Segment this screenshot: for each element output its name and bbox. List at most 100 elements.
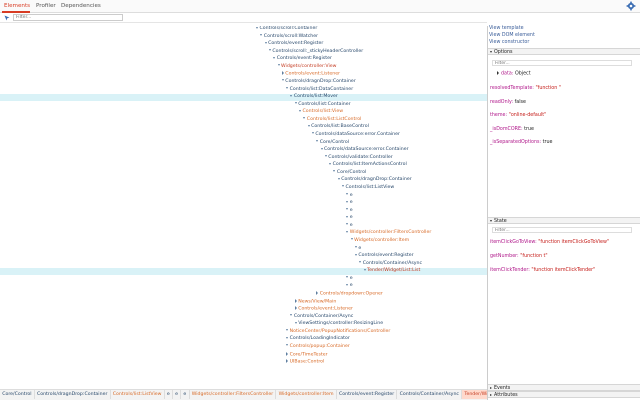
view-dom-element-link[interactable]: View DOM element: [489, 33, 535, 38]
collapsed-arrow-icon[interactable]: [294, 298, 297, 303]
tree-node[interactable]: Controls/scroll:Container: [256, 26, 317, 33]
expand-arrow-icon[interactable]: [256, 26, 258, 29]
breadcrumb-item[interactable]: Controls/dragnDrop:Container: [35, 390, 111, 399]
tree-node[interactable]: Controls/event:Listener: [281, 71, 340, 78]
expand-arrow-icon[interactable]: [320, 147, 323, 150]
expand-arrow-icon[interactable]: [290, 314, 293, 317]
view-template-link[interactable]: View template: [489, 26, 524, 31]
expand-arrow-icon[interactable]: [346, 200, 349, 203]
tree-node[interactable]: e: [346, 223, 353, 230]
expand-arrow-icon[interactable]: [346, 230, 349, 233]
expand-arrow-icon[interactable]: [363, 268, 366, 271]
tree-node[interactable]: Controls/scroll:_stickyHeaderController: [268, 49, 363, 56]
tree-node[interactable]: Controls/LoadingIndicator: [286, 336, 350, 343]
expand-arrow-icon[interactable]: [346, 215, 349, 218]
tree-node[interactable]: Controls/event:Register: [264, 41, 323, 48]
tree-node[interactable]: News/View/Main: [294, 298, 336, 306]
collapsed-arrow-icon[interactable]: [286, 359, 289, 364]
tree-node[interactable]: e: [346, 215, 353, 222]
expand-arrow-icon[interactable]: [273, 56, 276, 59]
expand-arrow-icon[interactable]: [316, 140, 319, 143]
options-data-row[interactable]: data: Object: [497, 71, 531, 77]
tree-node[interactable]: Core/TimeTester: [286, 351, 328, 359]
tree-node[interactable]: Controls/list:Container: [294, 102, 351, 109]
view-constructor-link[interactable]: View constructor: [489, 40, 529, 45]
expand-arrow-icon[interactable]: [286, 336, 289, 339]
tree-node[interactable]: Controls/scroll:Watcher: [260, 34, 318, 41]
expand-arrow-icon[interactable]: [311, 132, 314, 135]
tree-node[interactable]: Controls/list:DataContainer: [286, 87, 353, 94]
gear-icon[interactable]: [626, 1, 636, 11]
tab-dependencies[interactable]: Dependencies: [61, 3, 101, 9]
tree-node[interactable]: e: [346, 208, 353, 215]
collapsed-arrow-icon[interactable]: [286, 351, 289, 356]
expand-arrow-icon[interactable]: [346, 276, 349, 279]
expand-arrow-icon[interactable]: [303, 117, 306, 120]
expand-arrow-icon[interactable]: [294, 321, 297, 324]
tree-node[interactable]: Controls/event:Register: [354, 253, 414, 260]
tree-node[interactable]: e: [346, 276, 353, 283]
expand-arrow-icon[interactable]: [329, 162, 332, 165]
state-section-header[interactable]: State: [488, 217, 640, 224]
expand-arrow-icon[interactable]: [264, 41, 267, 44]
breadcrumb-item[interactable]: Core/Control: [0, 390, 35, 399]
tree-node[interactable]: Controls/list:View: [299, 109, 343, 116]
expand-arrow-icon[interactable]: [294, 102, 297, 105]
tree-node[interactable]: Controls/dataSource:error.Container: [311, 132, 400, 139]
tree-node[interactable]: Controls/validate:Controller: [324, 155, 393, 162]
tree-node[interactable]: Core/Control: [333, 170, 366, 177]
property-row[interactable]: itemClickTender: "function itemClickTende…: [490, 268, 595, 273]
breadcrumb-item[interactable]: Widgets/controller:FiltersController: [190, 390, 277, 399]
tree-node[interactable]: e: [346, 193, 353, 200]
expand-arrow-icon[interactable]: [346, 223, 349, 226]
tree-node[interactable]: ViewSettings/controller:ResizingLine: [294, 321, 383, 328]
breadcrumb-item[interactable]: Tender/Widget/List:List: [462, 390, 487, 399]
expand-arrow-icon[interactable]: [354, 253, 357, 256]
property-row[interactable]: resolvedTemplate: "function ": [490, 86, 561, 91]
tree-node[interactable]: Controls/Container/Async: [359, 261, 422, 268]
events-section-header[interactable]: Events: [488, 384, 640, 391]
expand-arrow-icon[interactable]: [290, 94, 293, 97]
breadcrumb-item[interactable]: e: [173, 390, 182, 399]
tree-node[interactable]: Tender/Widget/List:List: [363, 268, 420, 275]
property-row[interactable]: _isDomCORE: true: [490, 127, 534, 132]
tree-node[interactable]: Controls/event:Register: [273, 56, 332, 63]
expand-arrow-icon[interactable]: [268, 49, 271, 52]
expand-arrow-icon[interactable]: [286, 87, 289, 90]
breadcrumb-item[interactable]: e: [181, 390, 190, 399]
property-row[interactable]: getNumber: "function t": [490, 254, 548, 259]
expand-arrow-icon[interactable]: [350, 238, 353, 241]
expand-arrow-icon[interactable]: [333, 170, 336, 173]
property-row[interactable]: _isSeparatedOptions: true: [490, 140, 552, 145]
expand-arrow-icon[interactable]: [346, 193, 349, 196]
tree-node[interactable]: Controls/dragnDrop:Container: [337, 177, 412, 184]
tree-node[interactable]: e: [346, 283, 353, 290]
elements-filter-input[interactable]: [13, 14, 123, 21]
breadcrumb-item[interactable]: Controls/list:ListView: [111, 390, 165, 399]
tree-node[interactable]: Widgets/controller:View: [277, 64, 337, 71]
breadcrumb-item[interactable]: Widgets/controller:Item: [276, 390, 337, 399]
expand-arrow-icon[interactable]: [277, 64, 280, 67]
tree-node[interactable]: Core/Control: [316, 140, 349, 147]
tree-node[interactable]: Controls/list:Mover: [290, 94, 338, 101]
tab-profiler[interactable]: Profiler: [36, 3, 56, 9]
tree-node[interactable]: NoticeCenter/PopupNotifications/Controll…: [286, 329, 390, 336]
tree-node[interactable]: Controls/dropdown:Opener: [316, 290, 383, 298]
node-picker-icon[interactable]: [4, 15, 10, 21]
expand-arrow-icon[interactable]: [359, 261, 362, 264]
tree-node[interactable]: Widgets/controller:FiltersController: [346, 230, 431, 237]
expand-arrow-icon[interactable]: [307, 124, 310, 127]
options-section-header[interactable]: Options: [488, 48, 640, 55]
tree-node[interactable]: UIBase:Control: [286, 359, 324, 366]
tree-node[interactable]: e: [354, 246, 361, 253]
tree-node[interactable]: e: [346, 200, 353, 207]
tree-node[interactable]: Controls/list:ListControl: [303, 117, 361, 124]
expand-arrow-icon[interactable]: [337, 177, 340, 180]
tree-node[interactable]: Controls/dataSource:error.Container: [320, 147, 409, 154]
tree-node[interactable]: Controls/Container/Async: [290, 314, 353, 321]
property-row[interactable]: theme: "online-default": [490, 113, 546, 118]
expand-arrow-icon[interactable]: [324, 155, 327, 158]
property-row[interactable]: itemClickGoToView: "function itemClickGoT…: [490, 240, 609, 245]
breadcrumb-item[interactable]: Controls/event:Register: [337, 390, 398, 399]
property-row[interactable]: readOnly: false: [490, 100, 526, 105]
